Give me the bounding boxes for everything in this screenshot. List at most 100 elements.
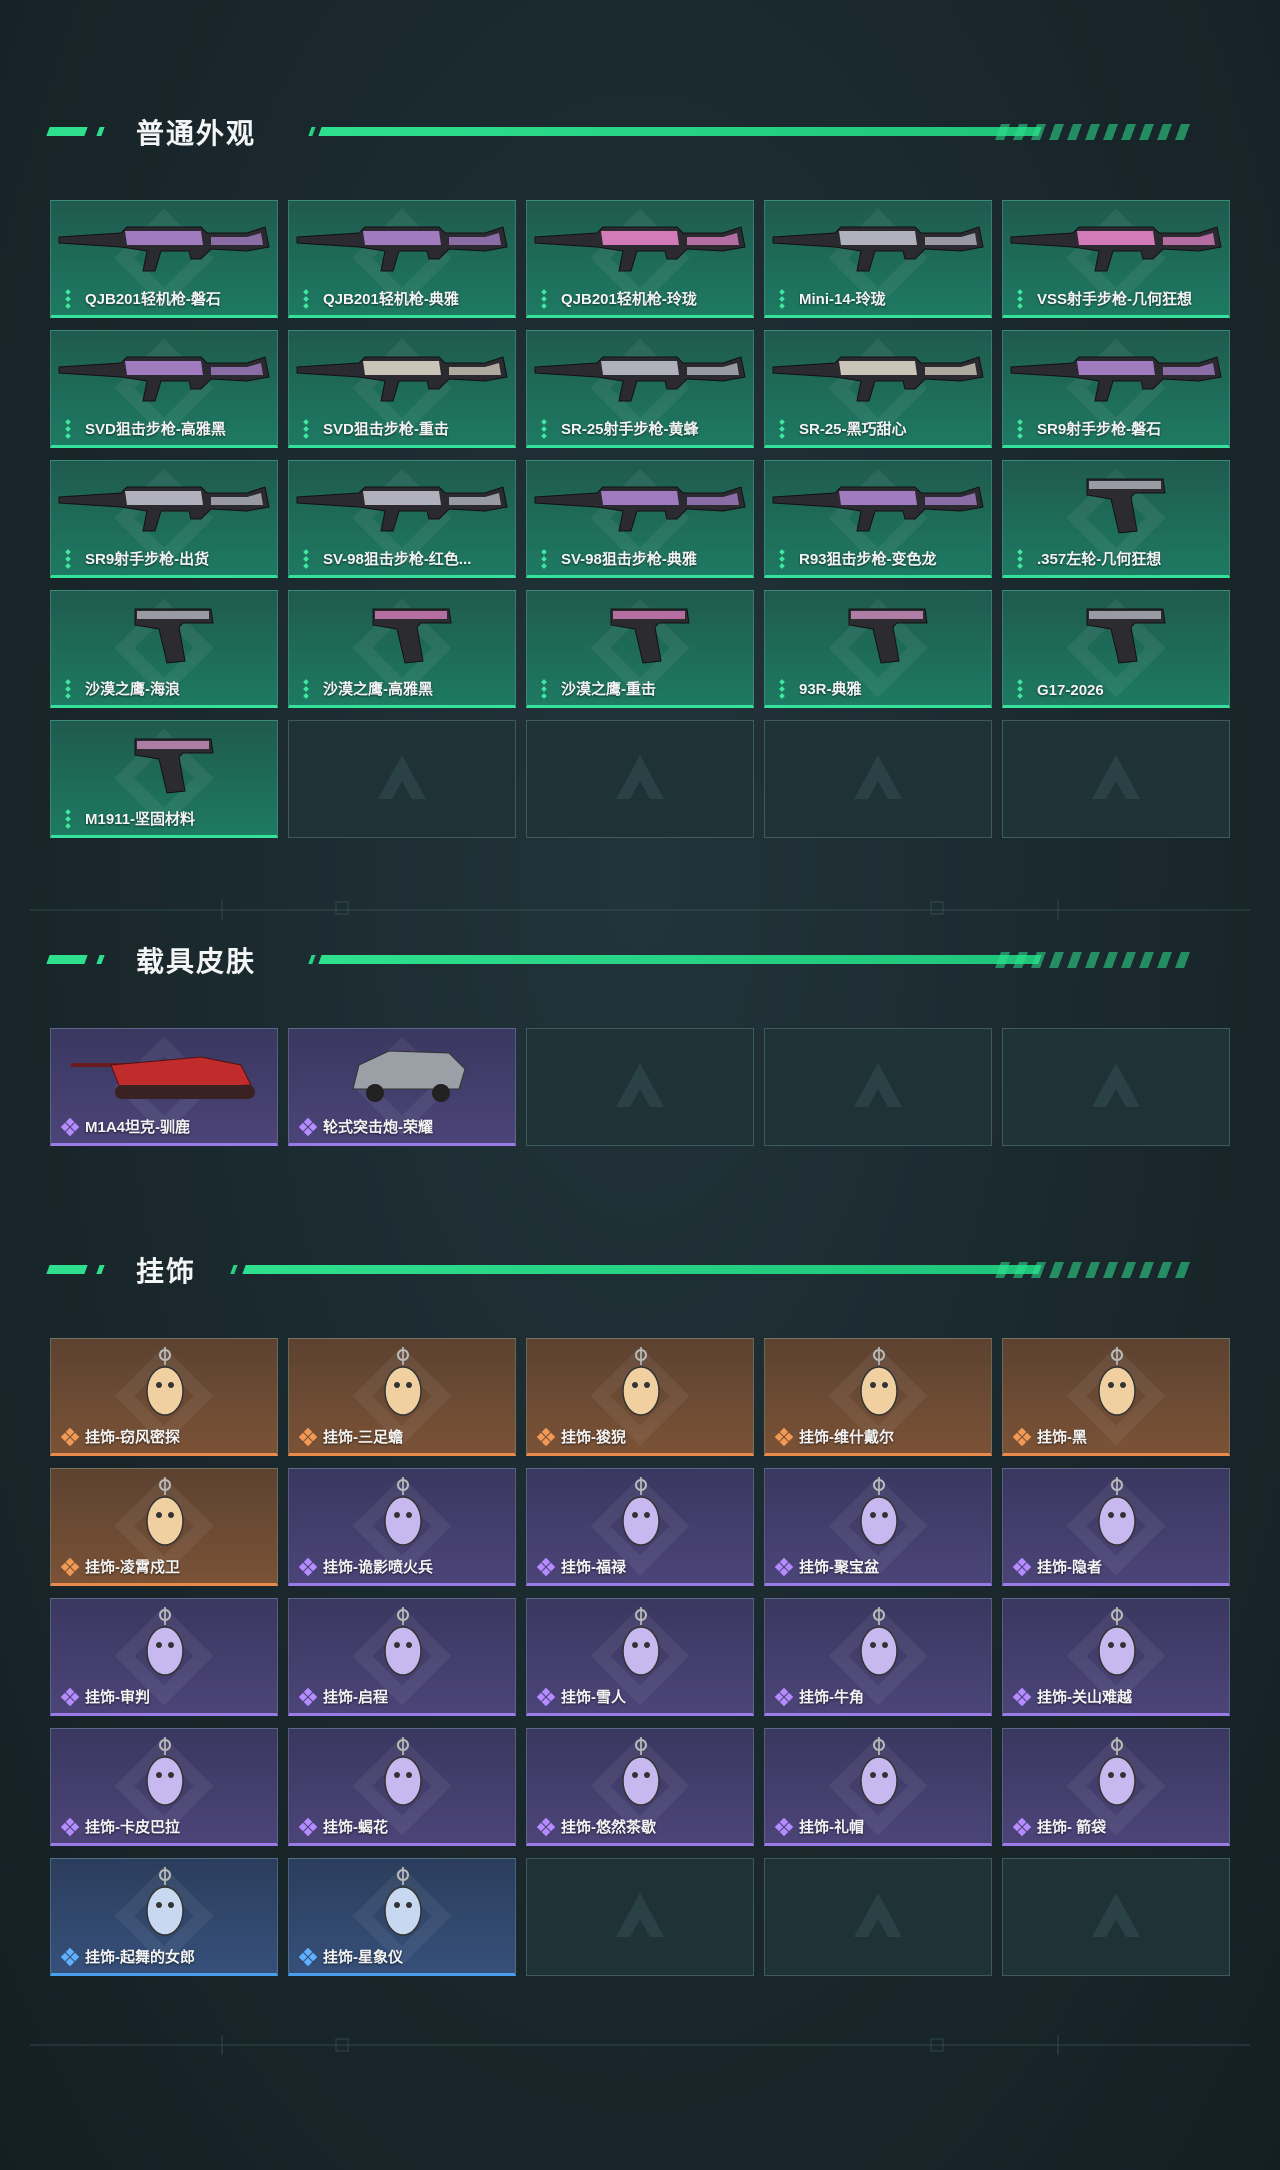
placeholder-logo-icon bbox=[612, 1889, 668, 1945]
item-card[interactable]: 挂饰-聚宝盆 bbox=[764, 1468, 992, 1586]
item-card[interactable]: 沙漠之鹰-高雅黑 bbox=[288, 590, 516, 708]
item-card[interactable]: VSS射手步枪-几何狂想 bbox=[1002, 200, 1230, 318]
rarity-icon bbox=[62, 1689, 78, 1705]
skins-grid: QJB201轻机枪-磐石 QJB201轻机枪-典雅 QJB201轻机枪-玲珑 M… bbox=[50, 200, 1230, 838]
item-label: 挂饰-雪人 bbox=[561, 1686, 626, 1707]
item-card[interactable]: SR-25-黑巧甜心 bbox=[764, 330, 992, 448]
item-card[interactable]: G17-2026 bbox=[1002, 590, 1230, 708]
rarity-icon bbox=[1018, 290, 1022, 308]
item-card[interactable]: 挂饰-起舞的女郎 bbox=[50, 1858, 278, 1976]
item-card[interactable]: 93R-典雅 bbox=[764, 590, 992, 708]
item-label: QJB201轻机枪-玲珑 bbox=[561, 288, 697, 309]
item-card[interactable]: SV-98狙击步枪-红色... bbox=[288, 460, 516, 578]
item-card[interactable]: 挂饰-狻猊 bbox=[526, 1338, 754, 1456]
item-card[interactable]: 沙漠之鹰-海浪 bbox=[50, 590, 278, 708]
item-card[interactable]: 挂饰-礼帽 bbox=[764, 1728, 992, 1846]
section-title: 载具皮肤 bbox=[136, 940, 256, 980]
section-title: 普通外观 bbox=[136, 112, 256, 152]
item-label: R93狙击步枪-变色龙 bbox=[799, 548, 937, 569]
item-label: 挂饰-福禄 bbox=[561, 1556, 626, 1577]
item-card[interactable]: M1A4坦克-驯鹿 bbox=[50, 1028, 278, 1146]
header-accent bbox=[46, 955, 87, 964]
item-label: 沙漠之鹰-重击 bbox=[561, 678, 656, 699]
rarity-icon bbox=[776, 1819, 792, 1835]
item-card[interactable]: 挂饰-诡影喷火兵 bbox=[288, 1468, 516, 1586]
item-card[interactable]: QJB201轻机枪-磐石 bbox=[50, 200, 278, 318]
item-card[interactable]: 挂饰-启程 bbox=[288, 1598, 516, 1716]
item-card[interactable]: 挂饰-三足蟾 bbox=[288, 1338, 516, 1456]
section-header: 普通外观 bbox=[48, 110, 1208, 150]
item-card[interactable]: SR9射手步枪-出货 bbox=[50, 460, 278, 578]
item-label: 挂饰-诡影喷火兵 bbox=[323, 1556, 433, 1577]
item-label: 挂饰-悠然茶歇 bbox=[561, 1816, 656, 1837]
item-label: 挂饰-聚宝盆 bbox=[799, 1556, 879, 1577]
rarity-icon bbox=[542, 550, 546, 568]
item-card[interactable]: 挂饰-关山难越 bbox=[1002, 1598, 1230, 1716]
item-label: SV-98狙击步枪-典雅 bbox=[561, 548, 697, 569]
rarity-icon bbox=[1014, 1559, 1030, 1575]
header-bar bbox=[242, 1265, 1041, 1274]
rarity-icon bbox=[304, 680, 308, 698]
item-card[interactable]: 挂饰- 箭袋 bbox=[1002, 1728, 1230, 1846]
rarity-icon bbox=[62, 1559, 78, 1575]
item-label: 挂饰-启程 bbox=[323, 1686, 388, 1707]
item-card[interactable]: 挂饰-窃风密探 bbox=[50, 1338, 278, 1456]
item-card[interactable]: 挂饰-雪人 bbox=[526, 1598, 754, 1716]
item-card[interactable]: SVD狙击步枪-重击 bbox=[288, 330, 516, 448]
item-label: SR9射手步枪-出货 bbox=[85, 548, 209, 569]
item-card[interactable]: 挂饰-卡皮巴拉 bbox=[50, 1728, 278, 1846]
item-label: 沙漠之鹰-高雅黑 bbox=[323, 678, 433, 699]
item-label: Mini-14-玲珑 bbox=[799, 288, 886, 309]
item-card[interactable]: 挂饰-蝎花 bbox=[288, 1728, 516, 1846]
rarity-icon bbox=[1014, 1689, 1030, 1705]
placeholder-logo-icon bbox=[850, 1889, 906, 1945]
header-bar bbox=[308, 127, 315, 136]
item-card[interactable]: QJB201轻机枪-玲珑 bbox=[526, 200, 754, 318]
header-accent bbox=[96, 955, 104, 964]
rarity-icon bbox=[776, 1559, 792, 1575]
rarity-icon bbox=[1018, 420, 1022, 438]
item-label: .357左轮-几何狂想 bbox=[1037, 548, 1161, 569]
item-label: 挂饰- 箭袋 bbox=[1037, 1816, 1106, 1837]
empty-slot bbox=[764, 720, 992, 838]
item-label: 93R-典雅 bbox=[799, 678, 862, 699]
header-bar bbox=[308, 955, 315, 964]
item-card[interactable]: SVD狙击步枪-高雅黑 bbox=[50, 330, 278, 448]
item-label: 挂饰-牛角 bbox=[799, 1686, 864, 1707]
item-label: QJB201轻机枪-磐石 bbox=[85, 288, 221, 309]
item-card[interactable]: 轮式突击炮-荣耀 bbox=[288, 1028, 516, 1146]
rarity-icon bbox=[542, 420, 546, 438]
rarity-icon bbox=[1014, 1819, 1030, 1835]
item-card[interactable]: Mini-14-玲珑 bbox=[764, 200, 992, 318]
item-card[interactable]: 挂饰-牛角 bbox=[764, 1598, 992, 1716]
rarity-icon bbox=[66, 810, 70, 828]
item-card[interactable]: 挂饰-星象仪 bbox=[288, 1858, 516, 1976]
item-card[interactable]: SR9射手步枪-磐石 bbox=[1002, 330, 1230, 448]
item-label: G17-2026 bbox=[1037, 682, 1104, 699]
item-card[interactable]: .357左轮-几何狂想 bbox=[1002, 460, 1230, 578]
item-card[interactable]: SV-98狙击步枪-典雅 bbox=[526, 460, 754, 578]
item-label: 挂饰-隐者 bbox=[1037, 1556, 1102, 1577]
item-card[interactable]: QJB201轻机枪-典雅 bbox=[288, 200, 516, 318]
item-card[interactable]: 挂饰-维什戴尔 bbox=[764, 1338, 992, 1456]
item-card[interactable]: R93狙击步枪-变色龙 bbox=[764, 460, 992, 578]
item-card[interactable]: SR-25射手步枪-黄蜂 bbox=[526, 330, 754, 448]
section-header: 载具皮肤 bbox=[48, 938, 1208, 978]
item-card[interactable]: 挂饰-审判 bbox=[50, 1598, 278, 1716]
item-card[interactable]: 沙漠之鹰-重击 bbox=[526, 590, 754, 708]
item-card[interactable]: 挂饰-凌霄戍卫 bbox=[50, 1468, 278, 1586]
header-checker bbox=[995, 952, 1191, 968]
item-card[interactable]: 挂饰-福禄 bbox=[526, 1468, 754, 1586]
rarity-icon bbox=[538, 1689, 554, 1705]
rarity-icon bbox=[1018, 550, 1022, 568]
item-card[interactable]: 挂饰-隐者 bbox=[1002, 1468, 1230, 1586]
item-card[interactable]: 挂饰-悠然茶歇 bbox=[526, 1728, 754, 1846]
item-label: 挂饰-凌霄戍卫 bbox=[85, 1556, 180, 1577]
item-card[interactable]: M1911-坚固材料 bbox=[50, 720, 278, 838]
empty-slot bbox=[1002, 1858, 1230, 1976]
item-card[interactable]: 挂饰-黑 bbox=[1002, 1338, 1230, 1456]
header-accent bbox=[96, 127, 104, 136]
rarity-icon bbox=[780, 420, 784, 438]
rarity-icon bbox=[776, 1429, 792, 1445]
item-label: QJB201轻机枪-典雅 bbox=[323, 288, 459, 309]
